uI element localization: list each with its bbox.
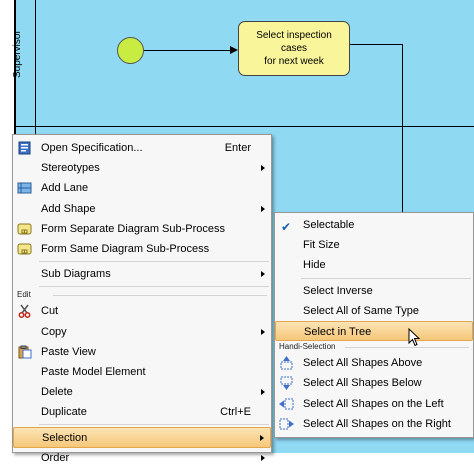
menu-separator xyxy=(39,261,269,263)
menu-item-label: Select All Shapes on the Right xyxy=(303,417,451,430)
select-above-icon xyxy=(279,356,294,370)
menu-item-select-all-of-same-type[interactable]: Select All of Same Type xyxy=(275,301,473,321)
menu-item-select-all-shapes-above[interactable]: Select All Shapes Above xyxy=(275,353,473,373)
menu-item-paste-view[interactable]: Paste View xyxy=(13,342,271,362)
menu-item-sub-diagrams[interactable]: Sub Diagrams xyxy=(13,264,271,284)
menu-item-label: Selectable xyxy=(303,219,355,231)
submenu-arrow-icon xyxy=(261,205,265,212)
menu-item-fit-size[interactable]: Fit Size xyxy=(275,235,473,255)
menu-item-selectable[interactable]: ✔ Selectable xyxy=(275,215,473,235)
menu-item-label: Sub Diagrams xyxy=(41,268,111,281)
menu-item-form-same-diagram-sub-process[interactable]: Form Same Diagram Sub-Process xyxy=(13,239,271,259)
submenu-arrow-icon xyxy=(261,271,265,278)
start-event[interactable] xyxy=(117,37,144,64)
menu-item-add-lane[interactable]: Add Lane xyxy=(13,178,271,198)
menu-item-paste-model-element[interactable]: Paste Model Element xyxy=(13,362,271,382)
select-left-icon xyxy=(279,397,294,411)
menu-item-label: Fit Size xyxy=(303,239,340,252)
menu-item-shortcut: Ctrl+E xyxy=(220,406,251,419)
menu-item-add-shape[interactable]: Add Shape xyxy=(13,199,271,219)
menu-item-label: Hide xyxy=(303,259,326,272)
menu-item-duplicate[interactable]: Duplicate Ctrl+E xyxy=(13,402,271,422)
menu-item-label: Cut xyxy=(41,305,59,318)
menu-separator xyxy=(39,286,269,288)
menu-item-label: Select Inverse xyxy=(303,284,373,297)
menu-item-label: Select in Tree xyxy=(304,325,372,338)
menu-item-form-separate-diagram-sub-process[interactable]: Form Separate Diagram Sub-Process xyxy=(13,219,271,239)
menu-item-label: Paste Model Element xyxy=(41,365,146,378)
arrow-head-icon xyxy=(230,46,238,54)
specification-icon xyxy=(17,141,32,155)
checkmark-icon: ✔ xyxy=(281,220,292,234)
menu-item-select-all-shapes-on-the-right[interactable]: Select All Shapes on the Right xyxy=(275,414,473,434)
menu-item-label: Delete xyxy=(41,386,73,399)
sequence-flow-out[interactable] xyxy=(350,44,403,45)
submenu-arrow-icon xyxy=(260,435,264,442)
lane-icon xyxy=(17,181,32,195)
menu-item-label: Form Separate Diagram Sub-Process xyxy=(41,222,226,235)
menu-item-label: Select All of Same Type xyxy=(303,304,419,317)
clipboard-icon xyxy=(17,345,32,359)
submenu-arrow-icon xyxy=(261,328,265,335)
menu-item-select-all-shapes-below[interactable]: Select All Shapes Below xyxy=(275,373,473,393)
subprocess-icon xyxy=(17,242,32,256)
menu-item-label: Select All Shapes on the Left xyxy=(303,397,444,410)
menu-item-copy[interactable]: Copy xyxy=(13,322,271,342)
menu-item-label: Duplicate xyxy=(41,406,87,419)
menu-item-open-specification[interactable]: Open Specification... Enter xyxy=(13,138,271,158)
menu-group-header-edit: Edit xyxy=(13,289,271,301)
menu-item-delete[interactable]: Delete xyxy=(13,382,271,402)
menu-item-select-in-tree[interactable]: Select in Tree xyxy=(275,320,473,342)
subprocess-icon xyxy=(17,222,32,236)
sequence-flow[interactable] xyxy=(144,50,232,51)
menu-item-label: Select All Shapes Below xyxy=(303,377,422,390)
lane-divider xyxy=(16,126,474,127)
select-right-icon xyxy=(279,417,294,431)
context-menu: Open Specification... Enter Stereotypes … xyxy=(12,134,272,464)
menu-item-label: Select All Shapes Above xyxy=(303,357,423,370)
menu-item-label: Form Same Diagram Sub-Process xyxy=(41,242,210,255)
menu-item-order[interactable]: Order xyxy=(13,448,271,468)
menu-item-hide[interactable]: Hide xyxy=(275,255,473,275)
menu-item-label: Add Lane xyxy=(41,182,89,195)
menu-item-label: Copy xyxy=(41,325,67,338)
lane-label: Supervisor xyxy=(12,30,23,78)
menu-item-label: Stereotypes xyxy=(41,162,100,175)
menu-item-label: Selection xyxy=(42,432,88,445)
menu-item-cut[interactable]: Cut xyxy=(13,301,271,321)
task-select-inspection-cases[interactable]: Select inspection cases for next week xyxy=(238,21,350,76)
select-below-icon xyxy=(279,376,294,391)
menu-separator xyxy=(39,424,269,426)
menu-item-label: Order xyxy=(41,451,70,464)
menu-item-selection[interactable]: Selection xyxy=(13,427,271,448)
menu-separator xyxy=(301,277,471,279)
menu-item-label: Add Shape xyxy=(41,202,96,215)
menu-item-stereotypes[interactable]: Stereotypes xyxy=(13,158,271,178)
scissors-icon xyxy=(17,304,32,319)
menu-item-label: Open Specification... xyxy=(41,142,143,154)
submenu-arrow-icon xyxy=(261,454,265,461)
menu-item-select-all-shapes-on-the-left[interactable]: Select All Shapes on the Left xyxy=(275,394,473,414)
menu-item-select-inverse[interactable]: Select Inverse xyxy=(275,281,473,301)
menu-group-header-handi-selection: Handi-Selection xyxy=(275,341,473,353)
task-label-line1: Select inspection cases xyxy=(256,30,332,54)
menu-item-label: Paste View xyxy=(41,345,96,358)
task-label-line2: for next week xyxy=(264,56,324,67)
menu-item-shortcut: Enter xyxy=(224,142,251,154)
mouse-cursor-icon xyxy=(408,327,422,348)
submenu-arrow-icon xyxy=(261,165,265,172)
sequence-flow-out-vertical[interactable] xyxy=(402,44,403,214)
submenu-arrow-icon xyxy=(261,389,265,396)
selection-submenu: ✔ Selectable Fit Size Hide Select Invers… xyxy=(274,212,474,438)
